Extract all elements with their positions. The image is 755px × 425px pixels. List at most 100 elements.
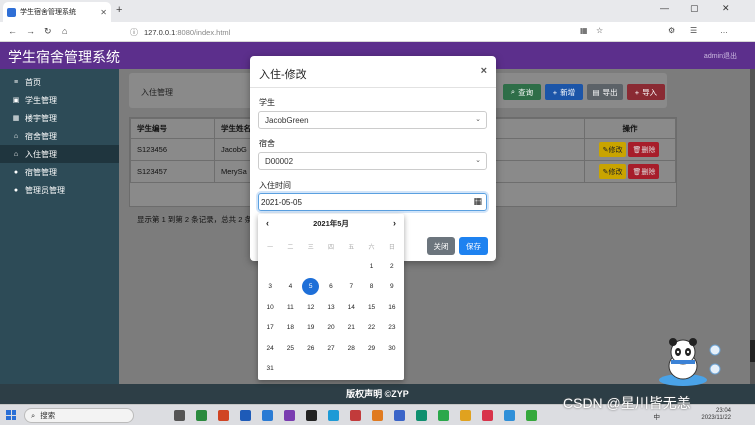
windows-start-icon[interactable]: [6, 410, 16, 420]
taskbar-search[interactable]: ⌕ 搜索: [24, 408, 134, 423]
dorm-select[interactable]: D00002 ⌄: [258, 152, 487, 170]
app-icon[interactable]: [284, 410, 295, 421]
site-info-icon[interactable]: ⓘ: [130, 27, 138, 38]
calendar-day[interactable]: 10: [260, 297, 280, 318]
app-icon[interactable]: [350, 410, 361, 421]
calendar-day[interactable]: 31: [260, 359, 280, 380]
sidebar-item-checkin[interactable]: ⌂ 入住管理: [0, 145, 119, 163]
url-field[interactable]: ⓘ 127.0.0.1:8080/index.html: [130, 25, 610, 39]
menu-icon[interactable]: …: [720, 26, 728, 35]
calendar-day[interactable]: 4: [280, 277, 300, 298]
calendar-day[interactable]: 3: [260, 277, 280, 298]
collections-icon[interactable]: ☰: [690, 26, 697, 35]
calendar-icon[interactable]: ▦: [473, 196, 482, 207]
favorite-icon[interactable]: ☆: [596, 26, 603, 35]
calendar-day[interactable]: 8: [361, 277, 381, 298]
calendar-day[interactable]: 17: [260, 318, 280, 339]
folder-icon[interactable]: [460, 410, 471, 421]
edit-button[interactable]: ✎ 修改: [598, 142, 627, 157]
app-icon[interactable]: [262, 410, 273, 421]
browser-chrome: 学生宿舍管理系统 ✕ + — ▢ ✕ ← → ↻ ⌂ ⓘ 127.0.0.1:8…: [0, 0, 755, 42]
edit-button[interactable]: ✎ 修改: [598, 164, 627, 179]
extensions-icon[interactable]: ⚙: [668, 26, 675, 35]
calendar-day[interactable]: 9: [382, 277, 402, 298]
dialog-close-icon[interactable]: ×: [481, 65, 487, 77]
sidebar-item-admins[interactable]: ● 管理员管理: [0, 181, 119, 199]
calendar-day[interactable]: 6: [321, 277, 341, 298]
window-close-icon[interactable]: ✕: [722, 3, 730, 14]
edge-icon[interactable]: [416, 410, 427, 421]
reader-icon[interactable]: ▦: [580, 26, 588, 35]
calendar-day[interactable]: 12: [301, 297, 321, 318]
app-icon[interactable]: [504, 410, 515, 421]
back-icon[interactable]: ←: [8, 26, 17, 36]
sidebar-item-students[interactable]: ▣ 学生管理: [0, 91, 119, 109]
import-button[interactable]: + 导入: [627, 84, 665, 100]
browser-tab[interactable]: 学生宿舍管理系统 ✕: [3, 2, 111, 22]
query-button[interactable]: ⌕ 查询: [503, 84, 541, 100]
maximize-icon[interactable]: ▢: [690, 3, 699, 14]
calendar-day[interactable]: 28: [341, 338, 361, 359]
calendar-day[interactable]: 19: [301, 318, 321, 339]
task-view-icon[interactable]: [174, 410, 185, 421]
calendar-day[interactable]: 27: [321, 338, 341, 359]
chrome-icon[interactable]: [438, 410, 449, 421]
checkin-date-input[interactable]: 2021-05-05 ▦: [258, 193, 487, 211]
app-icon[interactable]: [240, 410, 251, 421]
column-header: 操作: [584, 118, 676, 139]
calendar-day[interactable]: 24: [260, 338, 280, 359]
calendar-day[interactable]: 15: [361, 297, 381, 318]
sidebar-item-dorms[interactable]: ⌂ 宿舍管理: [0, 127, 119, 145]
calendar-day[interactable]: 2: [382, 256, 402, 277]
calendar-day[interactable]: 20: [321, 318, 341, 339]
calendar-day[interactable]: 5: [301, 277, 321, 298]
calendar-day[interactable]: 29: [361, 338, 381, 359]
app-icon[interactable]: [394, 410, 405, 421]
clock[interactable]: 23:04 2023/11/22: [701, 408, 731, 422]
wps-icon[interactable]: [482, 410, 493, 421]
calendar-day[interactable]: 11: [280, 297, 300, 318]
sidebar: ≡ 首页 ▣ 学生管理 ▦ 楼宇管理 ⌂ 宿舍管理 ⌂ 入住管理 ● 宿管管理 ● 管理员管理: [0, 69, 119, 384]
next-month-icon[interactable]: ›: [393, 218, 396, 228]
app-icon[interactable]: [196, 410, 207, 421]
app-icon[interactable]: [328, 410, 339, 421]
calendar-day[interactable]: 26: [301, 338, 321, 359]
calendar-day[interactable]: 16: [382, 297, 402, 318]
student-select[interactable]: JacobGreen ⌄: [258, 111, 487, 129]
delete-button[interactable]: 🗑 删除: [628, 164, 660, 179]
home-icon[interactable]: ⌂: [62, 26, 67, 36]
export-button[interactable]: ▤ 导出: [587, 84, 623, 100]
calendar-day[interactable]: 1: [361, 256, 381, 277]
dorm-label: 宿舍: [259, 139, 275, 148]
calendar-day[interactable]: 13: [321, 297, 341, 318]
add-button[interactable]: + 新增: [545, 84, 583, 100]
calendar-weekday: 日: [388, 244, 395, 251]
delete-button[interactable]: 🗑 删除: [628, 142, 660, 157]
calendar-day[interactable]: 25: [280, 338, 300, 359]
sidebar-item-buildings[interactable]: ▦ 楼宇管理: [0, 109, 119, 127]
calendar-day[interactable]: 23: [382, 318, 402, 339]
scrollbar-thumb[interactable]: [750, 340, 755, 362]
page-scrollbar[interactable]: [750, 69, 755, 384]
app-icon[interactable]: [306, 410, 317, 421]
minimize-icon[interactable]: —: [660, 3, 669, 13]
close-button[interactable]: 关闭: [427, 237, 455, 255]
sidebar-item-dorm-managers[interactable]: ● 宿管管理: [0, 163, 119, 181]
tab-close-icon[interactable]: ✕: [100, 8, 107, 17]
calendar-day[interactable]: 18: [280, 318, 300, 339]
app-icon[interactable]: [218, 410, 229, 421]
calendar-day[interactable]: 21: [341, 318, 361, 339]
firefox-icon[interactable]: [372, 410, 383, 421]
new-tab-button[interactable]: +: [116, 4, 122, 16]
calendar-day[interactable]: 22: [361, 318, 381, 339]
wechat-icon[interactable]: [526, 410, 537, 421]
calendar-day[interactable]: 14: [341, 297, 361, 318]
forward-icon[interactable]: →: [26, 26, 35, 36]
reload-icon[interactable]: ↻: [44, 26, 52, 37]
sidebar-item-home[interactable]: ≡ 首页: [0, 73, 119, 91]
save-button[interactable]: 保存: [459, 237, 488, 255]
calendar-day[interactable]: 7: [341, 277, 361, 298]
admin-logout-link[interactable]: admin退出: [704, 51, 737, 61]
calendar-day[interactable]: 30: [382, 338, 402, 359]
student-label: 学生: [259, 98, 275, 107]
